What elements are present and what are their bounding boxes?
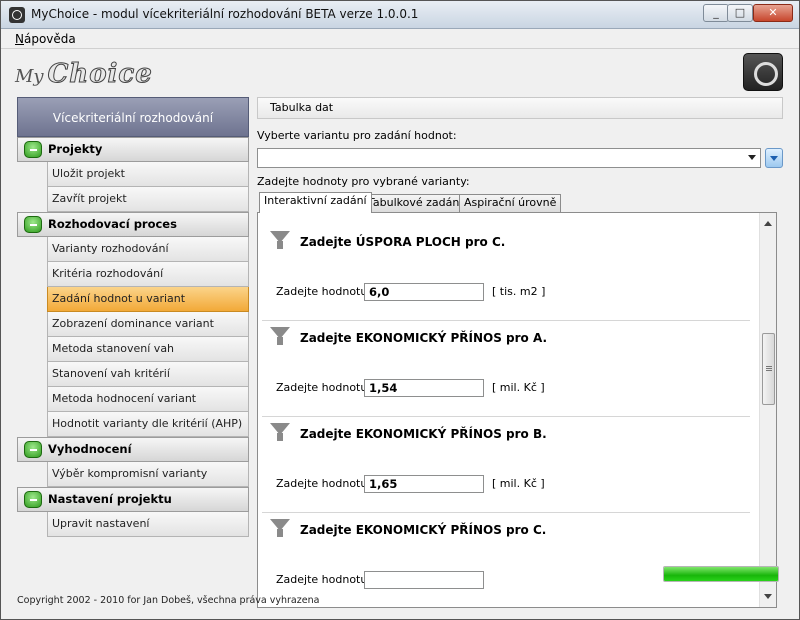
entry-value-label: Zadejte hodnotu: — [276, 285, 372, 298]
filter-icon — [270, 327, 290, 345]
sidebar: Vícekriteriální rozhodování Projekty Ulož… — [17, 97, 249, 537]
values-label: Zadejte hodnoty pro vybrané varianty: — [257, 175, 470, 188]
collapse-toggle-icon[interactable] — [24, 441, 42, 458]
app-logo: My Choice — [15, 59, 153, 90]
sidebar-item[interactable]: Výběr kompromisní varianty — [47, 462, 249, 487]
sidebar-group[interactable]: Vyhodnocení — [17, 437, 249, 462]
sidebar-group[interactable]: Rozhodovací proces — [17, 212, 249, 237]
entry-value-label: Zadejte hodnotu: — [276, 573, 372, 586]
sidebar-group-label: Vyhodnocení — [48, 442, 132, 456]
grip-icon — [766, 366, 772, 367]
value-entry: Zadejte EKONOMICKÝ PŘÍNOS pro B. Zadejte … — [262, 417, 750, 513]
sidebar-item[interactable]: Zobrazení dominance variant — [47, 312, 249, 337]
logo-my: My — [15, 66, 44, 87]
sidebar-group-label: Projekty — [48, 142, 103, 156]
collapse-toggle-icon[interactable] — [24, 216, 42, 233]
minimize-button[interactable]: _ — [703, 4, 729, 22]
sidebar-item[interactable]: Hodnotit varianty dle kritérií (AHP) — [47, 412, 249, 437]
entry-title: Zadejte EKONOMICKÝ PŘÍNOS pro B. — [300, 427, 547, 441]
entry-value-input[interactable]: 1,65 — [364, 475, 484, 493]
sidebar-group-label: Rozhodovací proces — [48, 217, 177, 231]
window-title: MyChoice - modul vícekriteriální rozhodo… — [31, 7, 419, 21]
sidebar-item[interactable]: Metoda stanovení vah — [47, 337, 249, 362]
collapse-toggle-icon[interactable] — [24, 141, 42, 158]
entry-title: Zadejte ÚSPORA PLOCH pro C. — [300, 235, 506, 249]
entry-value-input[interactable] — [364, 571, 484, 589]
copyright-text: Copyright 2002 - 2010 for Jan Dobeš, vše… — [17, 595, 320, 606]
dropdown-arrow-icon[interactable] — [748, 155, 756, 160]
sidebar-item[interactable]: Kritéria rozhodování — [47, 262, 249, 287]
sidebar-item[interactable]: Metoda hodnocení variant — [47, 387, 249, 412]
sidebar-group-label: Nastavení projektu — [48, 492, 172, 506]
sidebar-group[interactable]: Nastavení projektu — [17, 487, 249, 512]
sidebar-item[interactable]: Varianty rozhodování — [47, 237, 249, 262]
variant-select-label: Vyberte variantu pro zadání hodnot: — [257, 129, 457, 142]
menu-bar: Nápověda — [1, 29, 799, 49]
tab-table[interactable]: Tabulkové zadání — [363, 194, 468, 212]
sidebar-item[interactable]: Zadání hodnot u variant — [47, 287, 249, 312]
filter-icon — [270, 231, 290, 249]
entry-value-label: Zadejte hodnotu: — [276, 477, 372, 490]
progress-bar — [663, 566, 779, 582]
scroll-thumb[interactable] — [762, 333, 775, 405]
scroll-up-icon[interactable] — [764, 221, 772, 226]
app-icon — [9, 7, 25, 23]
value-entry: Zadejte ÚSPORA PLOCH pro C. Zadejte hodno… — [262, 225, 750, 321]
entry-value-input[interactable]: 1,54 — [364, 379, 484, 397]
app-window: MyChoice - modul vícekriteriální rozhodo… — [0, 0, 800, 620]
close-button[interactable]: ✕ — [753, 4, 793, 22]
entry-value-label: Zadejte hodnotu: — [276, 381, 372, 394]
brand-badge-icon — [743, 53, 783, 91]
menu-help-label: ápověda — [23, 32, 76, 46]
logo-choice: Choice — [47, 59, 153, 90]
sidebar-item[interactable]: Uložit projekt — [47, 162, 249, 187]
tab-interactive[interactable]: Interaktivní zadání — [259, 192, 372, 213]
filter-icon — [270, 519, 290, 537]
maximize-button[interactable]: □ — [727, 4, 753, 22]
vertical-scrollbar[interactable] — [759, 213, 776, 607]
main-content: My Choice Vícekriteriální rozhodování Pro… — [1, 49, 799, 619]
variant-select[interactable] — [257, 148, 761, 168]
entry-title: Zadejte EKONOMICKÝ PŘÍNOS pro A. — [300, 331, 548, 345]
entry-unit: [ tis. m2 ] — [492, 285, 546, 298]
expand-button[interactable] — [765, 148, 783, 168]
entry-title: Zadejte EKONOMICKÝ PŘÍNOS pro C. — [300, 523, 547, 537]
sidebar-item[interactable]: Upravit nastavení — [47, 512, 249, 537]
progress-fill — [664, 567, 778, 581]
menu-help-mnemonic: N — [15, 32, 24, 46]
sidebar-item[interactable]: Zavřít projekt — [47, 187, 249, 212]
menu-help[interactable]: Nápověda — [15, 32, 76, 46]
entry-unit: [ mil. Kč ] — [492, 477, 545, 490]
sidebar-group[interactable]: Projekty — [17, 137, 249, 162]
value-entry: Zadejte EKONOMICKÝ PŘÍNOS pro C. Zadejte … — [262, 513, 750, 607]
entry-value-input[interactable]: 6,0 — [364, 283, 484, 301]
panel-title: Tabulka dat — [257, 97, 783, 119]
title-bar: MyChoice - modul vícekriteriální rozhodo… — [1, 1, 799, 29]
tab-aspiration[interactable]: Aspirační úrovně — [459, 194, 562, 212]
sidebar-item[interactable]: Stanovení vah kritérií — [47, 362, 249, 387]
tab-content: Zadejte ÚSPORA PLOCH pro C. Zadejte hodno… — [257, 212, 777, 608]
value-entry: Zadejte EKONOMICKÝ PŘÍNOS pro A. Zadejte … — [262, 321, 750, 417]
collapse-toggle-icon[interactable] — [24, 491, 42, 508]
filter-icon — [270, 423, 290, 441]
entry-unit: [ mil. Kč ] — [492, 381, 545, 394]
sidebar-header: Vícekriteriální rozhodování — [17, 97, 249, 137]
scroll-down-icon[interactable] — [764, 594, 772, 599]
